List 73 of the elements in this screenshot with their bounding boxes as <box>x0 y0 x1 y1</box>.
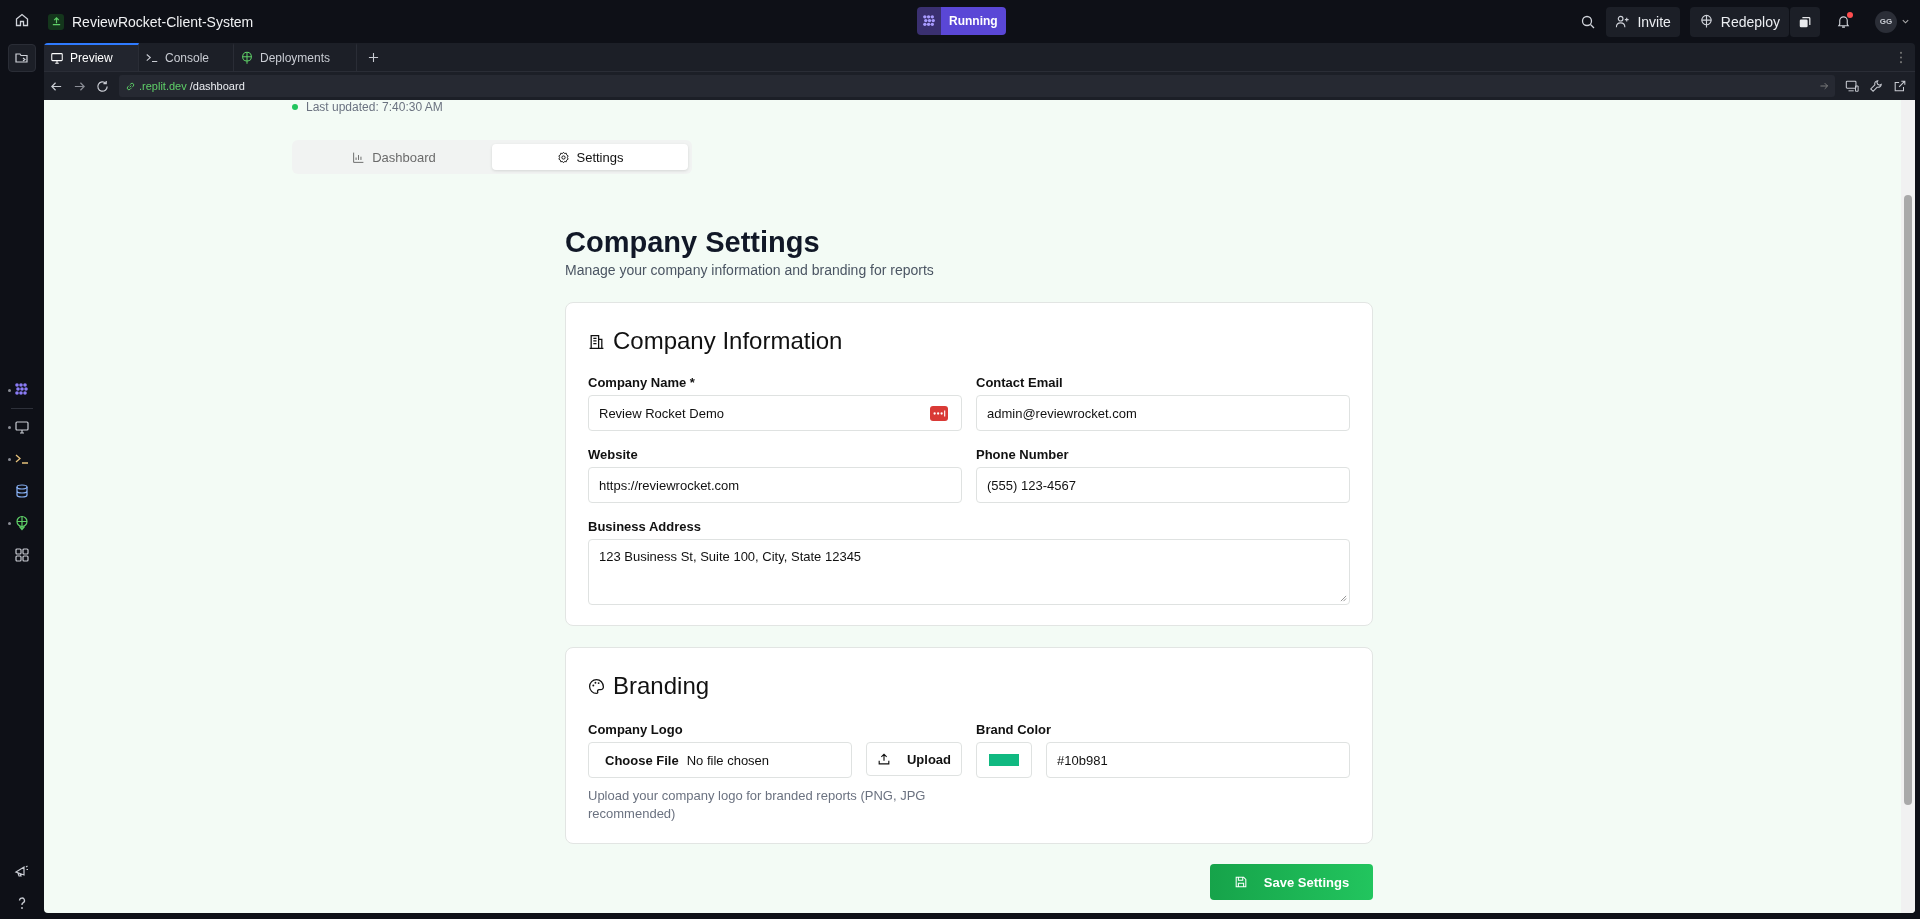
project-title[interactable]: ReviewRocket-Client-System <box>72 13 254 30</box>
monitor-icon[interactable] <box>14 419 30 435</box>
status-dot <box>292 104 298 110</box>
devices-icon[interactable] <box>1845 79 1859 93</box>
input-field[interactable]: #10b981 <box>1046 742 1350 778</box>
save-icon <box>1233 875 1248 889</box>
more-vertical-icon[interactable] <box>1899 50 1903 64</box>
apps-grid-icon[interactable] <box>14 547 30 563</box>
wrench-icon[interactable] <box>1869 79 1883 93</box>
link-icon <box>125 80 136 92</box>
files-icon[interactable] <box>8 44 36 72</box>
globe-arrow-icon[interactable] <box>14 515 30 531</box>
dots-grid-icon[interactable] <box>14 382 30 398</box>
dots-grid-icon[interactable] <box>917 7 941 35</box>
field-label: Website <box>588 447 639 462</box>
run-status-button[interactable]: Running <box>941 7 1006 35</box>
redeploy-button[interactable]: Redeploy <box>1689 6 1789 37</box>
add-user-icon <box>1615 14 1631 29</box>
invite-button[interactable]: Invite <box>1606 6 1680 37</box>
section-title: Branding <box>613 672 710 700</box>
password-manager-icon[interactable] <box>930 406 948 421</box>
page-title: Company Settings <box>565 225 821 260</box>
reload-icon[interactable] <box>96 79 109 93</box>
url-field[interactable]: .replit.dev /dashboard <box>119 75 1835 97</box>
user-avatar[interactable]: GG <box>1875 10 1897 33</box>
file-field[interactable]: Choose File No file chosen <box>588 742 852 778</box>
home-icon[interactable] <box>14 12 30 28</box>
field-label: Phone Number <box>976 447 1070 462</box>
upload-logo-icon <box>48 13 64 30</box>
chevron-down-icon[interactable] <box>1901 17 1910 26</box>
page-subtitle: Manage your company information and branding for reports <box>565 262 935 278</box>
workspace-tab[interactable]: Console <box>139 43 234 71</box>
external-link-icon[interactable] <box>1893 79 1907 93</box>
copy-icon <box>1798 14 1812 29</box>
copy-button[interactable] <box>1789 6 1820 37</box>
arrow-right-icon[interactable] <box>1819 81 1829 91</box>
help-text: Upload your company logo for branded reports (PNG, JPG recommended) <box>588 787 927 823</box>
file-status-text: No file chosen <box>686 752 770 768</box>
field-label: Company Name * <box>588 375 696 390</box>
choose-file-button[interactable]: Choose File <box>605 752 679 768</box>
section-title: Company Information <box>613 327 843 355</box>
input-field[interactable]: (555) 123-4567 <box>976 467 1350 503</box>
input-field[interactable]: admin@reviewrocket.com <box>976 395 1350 431</box>
palette-icon <box>588 677 605 695</box>
page-tab[interactable]: Dashboard <box>296 144 492 170</box>
search-icon[interactable] <box>1580 13 1597 30</box>
workspace-tab[interactable]: Deployments <box>234 43 357 71</box>
input-field[interactable]: https://reviewrocket.com <box>588 467 962 503</box>
input-field[interactable]: Review Rocket Demo <box>588 395 962 431</box>
field-label: Contact Email <box>976 375 1064 390</box>
plus-icon[interactable] <box>368 51 379 63</box>
upload-button[interactable]: Upload <box>865 742 962 776</box>
resize-handle-icon[interactable] <box>1340 595 1347 602</box>
upload-icon <box>876 752 891 766</box>
bell-icon[interactable] <box>1836 14 1851 29</box>
color-picker[interactable] <box>976 742 1032 778</box>
field-label: Business Address <box>588 519 702 534</box>
megaphone-icon[interactable] <box>14 863 30 879</box>
monitor-icon <box>50 51 64 65</box>
terminal-icon <box>145 51 159 65</box>
bar-chart-icon <box>352 150 366 164</box>
globe-icon <box>1698 14 1714 29</box>
address-textarea[interactable]: 123 Business St, Suite 100, City, State 12345 <box>588 539 1350 605</box>
scrollbar-thumb[interactable] <box>1904 195 1912 805</box>
page-tab[interactable]: Settings <box>492 144 688 170</box>
field-label: Brand Color <box>976 722 1053 737</box>
last-updated-text: Last updated: 7:40:30 AM <box>306 100 443 114</box>
database-icon[interactable] <box>14 483 30 499</box>
building-icon <box>588 332 605 350</box>
workspace-tab[interactable]: Preview <box>44 43 139 71</box>
settings-icon <box>556 150 570 164</box>
globe-icon <box>240 51 254 65</box>
field-label: Company Logo <box>588 722 684 737</box>
